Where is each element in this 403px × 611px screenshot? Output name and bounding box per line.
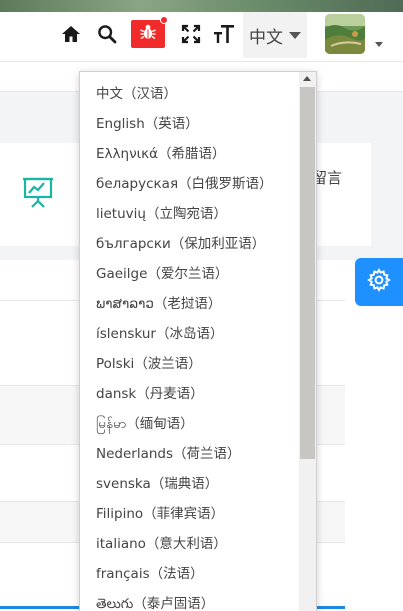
language-option[interactable]: íslenskur（冰岛语）: [80, 319, 300, 349]
language-option[interactable]: български（保加利亚语）: [80, 229, 300, 259]
bug-report-button[interactable]: [131, 16, 168, 48]
language-option[interactable]: မြန်မာ（缅甸语）: [80, 409, 300, 439]
language-option[interactable]: français（法语）: [80, 559, 300, 589]
language-option[interactable]: беларуская（白俄罗斯语）: [80, 169, 300, 199]
top-header: 中文: [0, 12, 403, 62]
settings-button[interactable]: [355, 258, 403, 306]
language-option[interactable]: svenska（瑞典语）: [80, 469, 300, 499]
language-option[interactable]: Filipino（菲律宾语）: [80, 499, 300, 529]
scroll-up-arrow-icon[interactable]: [303, 76, 311, 81]
language-option[interactable]: italiano（意大利语）: [80, 529, 300, 559]
language-option[interactable]: dansk（丹麦语）: [80, 379, 300, 409]
language-option[interactable]: తెలుగు（泰卢固语）: [80, 589, 300, 611]
top-banner-strip: [0, 0, 403, 12]
home-icon[interactable]: [60, 23, 82, 45]
scrollbar-thumb[interactable]: [300, 87, 315, 459]
language-option[interactable]: Gaeilge（爱尔兰语）: [80, 259, 300, 289]
dropdown-scrollbar[interactable]: [299, 72, 316, 611]
language-option[interactable]: Ελληνικά（希腊语）: [80, 139, 300, 169]
language-select[interactable]: 中文: [243, 12, 307, 58]
avatar[interactable]: [325, 14, 365, 54]
language-option[interactable]: Nederlands（荷兰语）: [80, 439, 300, 469]
bug-icon: [139, 23, 157, 45]
language-dropdown: 中文（汉语） English（英语） Ελληνικά（希腊语） беларус…: [79, 71, 317, 611]
avatar-caret-icon[interactable]: [375, 42, 383, 47]
language-option[interactable]: lietuvių（立陶宛语）: [80, 199, 300, 229]
language-list: 中文（汉语） English（英语） Ελληνικά（希腊语） беларус…: [80, 79, 300, 611]
language-option[interactable]: English（英语）: [80, 109, 300, 139]
gear-icon: [367, 268, 391, 296]
font-size-icon[interactable]: [212, 22, 236, 46]
language-label: 中文: [249, 27, 283, 48]
language-option[interactable]: Polski（波兰语）: [80, 349, 300, 379]
language-option[interactable]: 中文（汉语）: [80, 79, 300, 109]
presentation-chart-icon: [21, 175, 55, 209]
search-icon[interactable]: [96, 23, 118, 45]
notification-dot: [160, 16, 168, 24]
fullscreen-icon[interactable]: [180, 23, 202, 45]
language-option[interactable]: ພາສາລາວ（老挝语）: [80, 289, 300, 319]
chevron-down-icon: [289, 31, 301, 39]
